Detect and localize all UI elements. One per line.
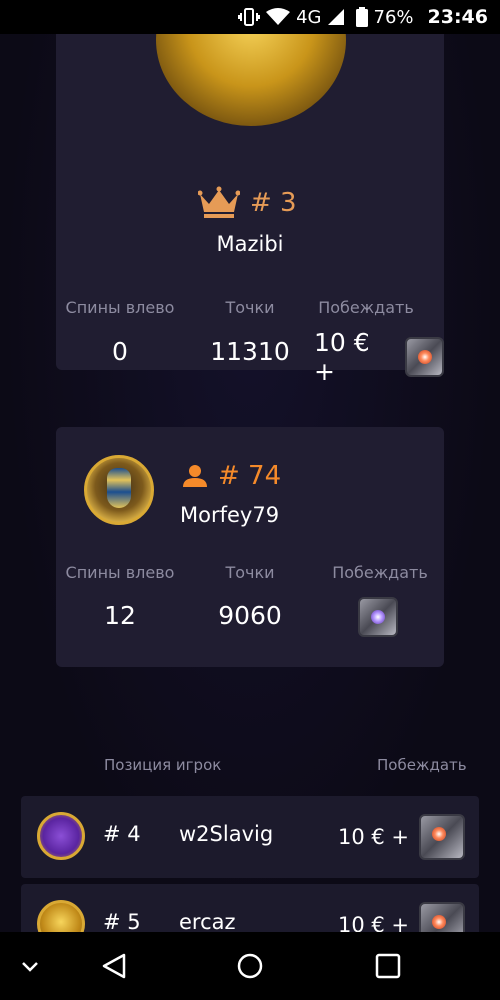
- column-header-win: Побеждать: [377, 756, 467, 774]
- player-name: Mazibi: [216, 232, 284, 256]
- avatar: [84, 455, 154, 525]
- vibrate-icon: [238, 8, 261, 26]
- recents-button[interactable]: [375, 953, 401, 979]
- back-icon: [102, 953, 126, 979]
- cat-avatar-icon: [37, 812, 85, 860]
- top-player-card: # 3 Mazibi Спины влево Точки Побеждать 0…: [56, 34, 444, 386]
- row-prize-amount: 10 € +: [337, 825, 409, 849]
- current-player-rank: # 74: [182, 461, 281, 491]
- back-button[interactable]: [100, 952, 128, 980]
- row-player-name: w2Slavig: [179, 822, 274, 846]
- home-button[interactable]: [236, 952, 264, 980]
- network-type: 4G: [296, 6, 322, 28]
- battery-percent: 76%: [373, 6, 414, 28]
- treasure-chest-icon: [419, 814, 465, 860]
- row-rank: # 5: [103, 910, 141, 932]
- top-player-rank: # 3: [198, 186, 297, 220]
- spins-left-label: Спины влево: [65, 563, 175, 582]
- win-label: Побеждать: [318, 298, 414, 317]
- pharaoh-avatar-icon: [107, 468, 131, 508]
- column-header-position-player: Позиция игрок: [104, 756, 222, 774]
- system-navigation-bar: [0, 932, 500, 1000]
- spins-left-value: 12: [104, 601, 136, 630]
- spins-left-value: 0: [112, 337, 128, 366]
- win-prize: 10 € +: [314, 328, 444, 386]
- wifi-icon: [266, 8, 291, 26]
- win-prize-amount: 10 € +: [314, 328, 370, 386]
- row-prize: 10 € +: [338, 902, 465, 932]
- user-icon: [183, 465, 207, 487]
- win-label: Побеждать: [332, 563, 428, 582]
- rank-number: # 3: [250, 188, 297, 218]
- list-item[interactable]: # 4 w2Slavig 10 € +: [21, 796, 479, 878]
- row-player-name: ercaz: [179, 910, 236, 932]
- points-label: Точки: [225, 563, 275, 582]
- gold-avatar-icon: [37, 900, 85, 932]
- points-value: 9060: [218, 601, 282, 630]
- recents-icon: [375, 953, 401, 979]
- treasure-chest-icon: [419, 902, 465, 932]
- signal-icon: [327, 9, 344, 25]
- list-item[interactable]: # 5 ercaz 10 € +: [21, 884, 479, 932]
- gold-medal-icon: [156, 34, 346, 126]
- row-prize-amount: 10 € +: [337, 913, 409, 932]
- row-prize: 10 € +: [338, 814, 465, 860]
- spins-left-label: Спины влево: [65, 298, 175, 317]
- treasure-chest-icon: [358, 597, 398, 637]
- current-player-card: # 74 Morfey79 Спины влево Точки Побеждат…: [56, 427, 444, 667]
- status-bar: 4G 76% 23:46: [0, 0, 500, 34]
- crown-icon: [198, 186, 240, 218]
- player-name: Morfey79: [180, 503, 280, 527]
- rank-number: # 74: [218, 461, 282, 491]
- leaderboard-screen[interactable]: # 3 Mazibi Спины влево Точки Побеждать 0…: [0, 34, 500, 932]
- treasure-chest-icon: [404, 337, 444, 377]
- row-rank: # 4: [103, 822, 141, 846]
- chevron-down-icon[interactable]: [18, 954, 42, 978]
- clock: 23:46: [427, 6, 488, 28]
- battery-icon: [355, 7, 368, 27]
- points-value: 11310: [210, 337, 290, 366]
- home-icon: [237, 953, 263, 979]
